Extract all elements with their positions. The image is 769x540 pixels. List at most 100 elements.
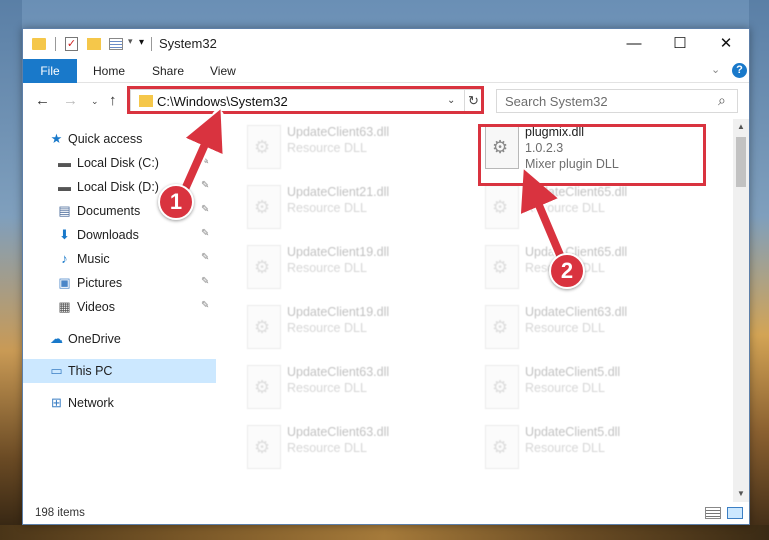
expand-ribbon-icon[interactable]: ⌄ xyxy=(711,63,720,76)
desktop-wallpaper-bottom xyxy=(0,525,769,540)
window-title: System32 xyxy=(159,36,217,51)
search-input[interactable]: Search System32 xyxy=(505,94,608,109)
file-tile[interactable]: ⚙ UpdateClient63.dll Resource DLL xyxy=(471,299,701,359)
sidebar-item-label: Quick access xyxy=(68,132,143,146)
details-view-icon[interactable] xyxy=(705,507,721,519)
new-folder-icon[interactable] xyxy=(87,38,101,50)
documents-icon: ▤ xyxy=(58,203,71,218)
file-name: UpdateClient5.dll xyxy=(525,365,621,379)
file-name: UpdateClient63.dll xyxy=(287,425,390,439)
dll-file-icon: ⚙ xyxy=(485,185,519,229)
gear-icon: ⚙ xyxy=(254,317,271,337)
tab-view[interactable]: View xyxy=(210,59,236,83)
file-tile[interactable]: ⚙ UpdateClient21.dll Resource DLL xyxy=(233,179,463,239)
cloud-icon: ☁ xyxy=(50,331,63,346)
help-icon[interactable]: ? xyxy=(732,63,747,78)
sidebar-item-downloads[interactable]: ⬇ Downloads ✎ xyxy=(23,223,216,247)
properties-check-icon[interactable]: ✓ xyxy=(65,37,78,51)
sidebar-item-pictures[interactable]: ▣ Pictures ✎ xyxy=(23,271,216,295)
file-name: UpdateClient5.dll xyxy=(525,425,621,439)
dll-file-icon: ⚙ xyxy=(485,425,519,469)
file-type: Resource DLL xyxy=(287,141,367,155)
navigation-bar: ← → ⌄ ↑ C:\Windows\System32 ⌄ ↻ Search S… xyxy=(23,83,749,119)
file-name: UpdateClient63.dll xyxy=(287,365,390,379)
sidebar-item-label: Music xyxy=(77,252,110,266)
item-count: 198 items xyxy=(35,507,85,519)
music-icon: ♪ xyxy=(61,251,68,266)
minimize-button[interactable]: — xyxy=(611,29,657,59)
sidebar-item-onedrive[interactable]: ☁ OneDrive xyxy=(23,327,216,351)
gear-icon: ⚙ xyxy=(254,137,271,157)
file-tile[interactable]: ⚙ UpdateClient65.dll Resource DLL xyxy=(471,239,701,299)
tab-file[interactable]: File xyxy=(23,59,77,83)
computer-icon: ▭ xyxy=(50,363,63,378)
file-type: Resource DLL xyxy=(525,441,605,455)
pin-icon: ✎ xyxy=(201,252,210,263)
sidebar-item-label: This PC xyxy=(68,364,113,378)
address-highlight-box xyxy=(127,86,484,114)
gear-icon: ⚙ xyxy=(492,377,509,397)
sidebar-item-label: Pictures xyxy=(77,276,123,290)
sidebar-item-label: OneDrive xyxy=(68,332,121,346)
dll-file-icon: ⚙ xyxy=(247,185,281,229)
rename-icon[interactable] xyxy=(109,38,123,50)
sidebar-item-this-pc[interactable]: ▭ This PC xyxy=(23,359,216,383)
folder-icon[interactable] xyxy=(32,38,46,50)
file-tile[interactable]: ⚙ UpdateClient19.dll Resource DLL xyxy=(233,299,463,359)
file-name: UpdateClient63.dll xyxy=(525,305,628,319)
file-tile[interactable]: ⚙ UpdateClient19.dll Resource DLL xyxy=(233,239,463,299)
status-bar: 198 items xyxy=(23,502,749,524)
sidebar-item-label: Downloads xyxy=(77,228,139,242)
sidebar-item-label: Documents xyxy=(77,204,141,218)
maximize-button[interactable]: ☐ xyxy=(657,29,703,59)
network-icon: ⊞ xyxy=(51,395,62,410)
file-tile[interactable]: ⚙ UpdateClient63.dll Resource DLL xyxy=(233,119,463,179)
sidebar-item-network[interactable]: ⊞ Network xyxy=(23,391,216,415)
dll-file-icon: ⚙ xyxy=(247,305,281,349)
file-tile[interactable]: ⚙ UpdateClient63.dll Resource DLL xyxy=(233,359,463,419)
search-icon[interactable]: ⌕ xyxy=(718,92,726,109)
recent-locations-button[interactable]: ⌄ xyxy=(91,96,99,107)
sidebar-item-videos[interactable]: ▦ Videos ✎ xyxy=(23,295,216,319)
forward-button[interactable]: → xyxy=(63,92,78,109)
file-tile[interactable]: ⚙ UpdateClient65.dll Resource DLL xyxy=(471,179,701,239)
sidebar-item-local-disk-c[interactable]: ▬ Local Disk (C:) ✎ xyxy=(23,151,216,175)
gear-icon: ⚙ xyxy=(492,317,509,337)
sidebar-item-label: Local Disk (D:) xyxy=(77,180,159,194)
file-type: Resource DLL xyxy=(287,321,367,335)
title-bar: ✓ ▾ ▾ System32 — ☐ ✕ xyxy=(23,29,749,59)
pin-icon: ✎ xyxy=(201,228,210,239)
sidebar-item-quick-access[interactable]: ★ Quick access xyxy=(23,127,216,151)
file-name: UpdateClient19.dll xyxy=(287,305,390,319)
scroll-down-arrow-icon[interactable]: ▼ xyxy=(733,486,749,502)
scroll-up-arrow-icon[interactable]: ▲ xyxy=(733,119,749,135)
file-name: UpdateClient63.dll xyxy=(287,125,390,139)
file-tile[interactable]: ⚙ UpdateClient63.dll Resource DLL xyxy=(233,419,463,479)
close-button[interactable]: ✕ xyxy=(703,29,749,59)
sidebar-item-label: Videos xyxy=(77,300,115,314)
large-icons-view-icon[interactable] xyxy=(727,507,743,519)
tab-home[interactable]: Home xyxy=(93,59,125,83)
dll-file-icon: ⚙ xyxy=(485,365,519,409)
pin-icon: ✎ xyxy=(201,180,210,191)
up-button[interactable]: ↑ xyxy=(109,92,117,109)
chevron-down-icon[interactable]: ▾ xyxy=(128,36,133,52)
vertical-scrollbar[interactable]: ▲ ▼ xyxy=(733,119,749,502)
file-tile[interactable]: ⚙ UpdateClient5.dll Resource DLL xyxy=(471,359,701,419)
desktop-wallpaper-left xyxy=(0,0,22,540)
gear-icon: ⚙ xyxy=(254,197,271,217)
back-button[interactable]: ← xyxy=(35,92,50,109)
gear-icon: ⚙ xyxy=(492,257,509,277)
sidebar-item-music[interactable]: ♪ Music ✎ xyxy=(23,247,216,271)
download-icon: ⬇ xyxy=(59,227,70,242)
search-box[interactable]: Search System32 ⌕ xyxy=(496,89,738,113)
dll-file-icon: ⚙ xyxy=(247,425,281,469)
file-type: Resource DLL xyxy=(525,381,605,395)
scroll-thumb[interactable] xyxy=(736,137,746,187)
file-type: Resource DLL xyxy=(287,201,367,215)
gear-icon: ⚙ xyxy=(492,197,509,217)
customize-toolbar-icon[interactable]: ▾ xyxy=(139,37,144,53)
tab-share[interactable]: Share xyxy=(152,59,184,83)
file-tile[interactable]: ⚙ UpdateClient5.dll Resource DLL xyxy=(471,419,701,479)
dll-file-icon: ⚙ xyxy=(247,245,281,289)
